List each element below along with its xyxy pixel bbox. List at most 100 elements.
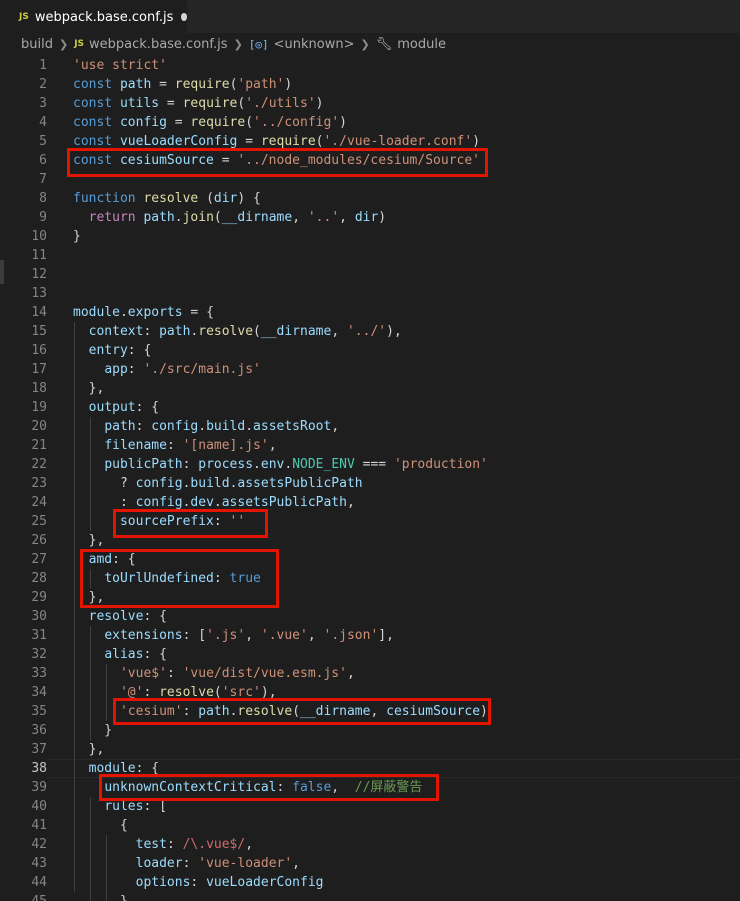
line-number: 16 xyxy=(31,343,47,358)
unsaved-dot-icon[interactable] xyxy=(181,13,187,21)
line-number: 2 xyxy=(39,77,47,92)
line-number: 25 xyxy=(31,514,47,529)
code-line[interactable]: 20 path: config.build.assetsRoot, xyxy=(0,417,740,436)
line-number: 13 xyxy=(31,286,47,301)
code-line[interactable]: 38 module: { xyxy=(0,759,740,778)
code-line[interactable]: 4 const config = require('../config') xyxy=(0,113,740,132)
code-token: sourcePrefix xyxy=(119,514,214,529)
code-line[interactable]: 15 context: path.resolve(__dirname, '../… xyxy=(0,322,740,341)
code-line[interactable]: 42 test: /\.vue$/, xyxy=(0,835,740,854)
code-token: process xyxy=(198,457,254,472)
code-line[interactable]: 35 'cesium': path.resolve(__dirname, ces… xyxy=(0,702,740,721)
code-line[interactable]: 2 const path = require('path') xyxy=(0,75,740,94)
code-line[interactable]: 3 const utils = require('./utils') xyxy=(0,94,740,113)
code-line[interactable]: 33 'vue$': 'vue/dist/vue.esm.js', xyxy=(0,664,740,683)
code-token: , xyxy=(331,419,340,434)
code-line[interactable]: 32 alias: { xyxy=(0,645,740,664)
code-line[interactable]: 23 ? config.build.assetsPublicPath xyxy=(0,474,740,493)
code-line[interactable]: 34 '@': resolve('src'), xyxy=(0,683,740,702)
code-line[interactable]: 7 xyxy=(0,170,740,189)
code-line[interactable]: 5 const vueLoaderConfig = require('./vue-… xyxy=(0,132,740,151)
indent-guide xyxy=(106,664,107,721)
code-line[interactable]: 24 : config.dev.assetsPublicPath, xyxy=(0,493,740,512)
code-line[interactable]: 18 }, xyxy=(0,379,740,398)
code-token: 'path' xyxy=(237,77,285,92)
code-token: cesiumSource xyxy=(386,704,481,719)
breadcrumb-symbol[interactable]: <unknown> xyxy=(274,37,355,52)
code-token: require xyxy=(190,115,246,130)
code-token: '[name].js' xyxy=(182,438,269,453)
code-token: ], xyxy=(378,628,394,643)
code-line[interactable]: 12 xyxy=(0,265,740,284)
code-token: : xyxy=(73,495,136,510)
code-token: : { xyxy=(112,552,136,567)
code-token: }, xyxy=(73,533,105,548)
code-line[interactable]: 10} xyxy=(0,227,740,246)
code-line[interactable]: 6 const cesiumSource = '../node_modules/c… xyxy=(0,151,740,170)
code-line[interactable]: 43 loader: 'vue-loader', xyxy=(0,854,740,873)
code-editor[interactable]: 1'use strict' 2 const path = require('path… xyxy=(0,55,740,901)
line-number: 26 xyxy=(31,533,47,548)
code-line[interactable]: 40 rules: [ xyxy=(0,797,740,816)
code-token: ) xyxy=(284,77,293,92)
breadcrumb-folder[interactable]: build xyxy=(21,37,53,52)
code-text: const vueLoaderConfig = require('./vue-l… xyxy=(73,132,480,151)
code-token: NODE_ENV xyxy=(292,457,355,472)
code-text: unknownContextCritical: false, //屏蔽警告 xyxy=(73,778,422,797)
code-line[interactable]: 41 { xyxy=(0,816,740,835)
tab-webpack-base-conf[interactable]: JS webpack.base.conf.js xyxy=(0,0,187,33)
code-line[interactable]: 29 }, xyxy=(0,588,740,607)
code-token: cesiumSource xyxy=(119,153,214,168)
code-line[interactable]: 8 function resolve (dir) { xyxy=(0,189,740,208)
code-line[interactable]: 21 filename: '[name].js', xyxy=(0,436,740,455)
code-line[interactable]: 25 sourcePrefix: '' xyxy=(0,512,740,531)
code-token: ), xyxy=(260,685,277,700)
code-token: dir xyxy=(213,191,238,206)
code-token: dir xyxy=(354,210,379,225)
code-line[interactable]: 31 extensions: ['.js', '.vue', '.json'], xyxy=(0,626,740,645)
code-line[interactable]: 45 } xyxy=(0,892,740,901)
code-text: toUrlUndefined: true xyxy=(73,569,261,588)
line-number: 20 xyxy=(31,419,47,434)
breadcrumb-file[interactable]: webpack.base.conf.js xyxy=(89,37,228,52)
line-number: 45 xyxy=(0,892,47,901)
code-line[interactable]: 36 } xyxy=(0,721,740,740)
code-line[interactable]: 26 }, xyxy=(0,531,740,550)
code-line[interactable]: 30 resolve: { xyxy=(0,607,740,626)
code-line[interactable]: 17 app: './src/main.js' xyxy=(0,360,740,379)
code-line[interactable]: 13 xyxy=(0,284,740,303)
code-text: app: './src/main.js' xyxy=(73,360,261,379)
code-token: . xyxy=(245,419,254,434)
code-line[interactable]: 28 toUrlUndefined: true xyxy=(0,569,740,588)
code-token: : { xyxy=(143,609,167,624)
code-token: '..' xyxy=(307,210,340,225)
code-line[interactable]: 44 options: vueLoaderConfig xyxy=(0,873,740,892)
code-line[interactable]: 22 publicPath: process.env.NODE_ENV === … xyxy=(0,455,740,474)
js-file-icon: JS xyxy=(74,39,85,49)
code-line[interactable]: 19 output: { xyxy=(0,398,740,417)
code-line[interactable]: 14 module.exports = { xyxy=(0,303,740,322)
code-line[interactable]: 1 'use strict' xyxy=(0,56,740,75)
code-line[interactable]: 27 amd: { xyxy=(0,550,740,569)
code-line[interactable]: 11 xyxy=(0,246,740,265)
code-token: config xyxy=(151,419,199,434)
code-line[interactable]: 37 }, xyxy=(0,740,740,759)
code-token: : xyxy=(182,856,199,871)
breadcrumb-module[interactable]: module xyxy=(397,37,446,52)
code-text: function resolve (dir) { xyxy=(73,189,261,208)
code-line[interactable]: 9 return path.join(__dirname, '..', dir) xyxy=(0,208,740,227)
code-token: ( xyxy=(292,704,301,719)
code-token: ( xyxy=(198,191,214,206)
code-text: ? config.build.assetsPublicPath xyxy=(73,474,363,493)
line-number: 43 xyxy=(31,856,47,871)
code-token: '.js' xyxy=(206,628,246,643)
code-token: context xyxy=(88,324,144,339)
code-line[interactable]: 16 entry: { xyxy=(0,341,740,360)
code-token: . xyxy=(253,457,261,472)
code-line[interactable]: 39 unknownContextCritical: false, //屏蔽警告 xyxy=(0,778,740,797)
code-token: , xyxy=(245,628,261,643)
